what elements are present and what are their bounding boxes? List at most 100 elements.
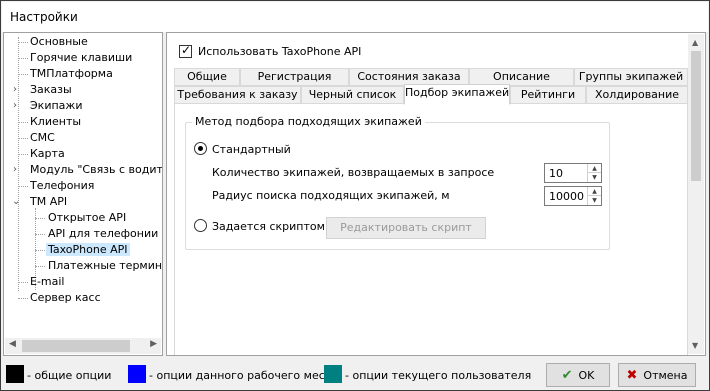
tab-crew-selection[interactable]: Подбор экипажей xyxy=(404,84,510,105)
tab-ratings[interactable]: Рейтинги xyxy=(510,86,586,104)
chevron-down-icon[interactable]: ⌄ xyxy=(12,197,20,207)
edit-script-button[interactable]: Редактировать скрипт xyxy=(326,217,486,239)
tree-item-label: TaxoPhone API xyxy=(46,243,130,256)
tree-item-label: Карта xyxy=(30,147,65,160)
tree-item-clients[interactable]: Клиенты xyxy=(8,114,83,130)
ok-button[interactable]: ✔ OK xyxy=(546,363,610,387)
button-label: OK xyxy=(578,368,595,382)
tab-order-requirements[interactable]: Требования к заказу xyxy=(174,86,301,104)
tab-registration[interactable]: Регистрация xyxy=(240,68,349,86)
tree-item-label: Основные xyxy=(30,35,88,48)
tab-label: Регистрация xyxy=(257,70,332,83)
tab-label: Требования к заказу xyxy=(177,88,298,101)
tab-label: Описание xyxy=(493,70,550,83)
tab-label: Рейтинги xyxy=(520,88,576,101)
checkbox-label: Использовать TaxoPhone API xyxy=(198,45,362,58)
selection-method-group: Метод подбора подходящих экипажей Станда… xyxy=(185,115,610,250)
spin-down-icon[interactable]: ▼ xyxy=(588,173,601,182)
spin-up-icon[interactable]: ▲ xyxy=(588,164,601,173)
tree-item-taxophone-api[interactable]: TaxoPhone API xyxy=(24,242,130,258)
tab-content: Метод подбора подходящих экипажей Станда… xyxy=(174,103,688,355)
tree-item-label: Экипажи xyxy=(30,99,83,112)
tree-item-payment-terminals[interactable]: Платежные терминалы xyxy=(24,258,162,274)
use-taxophone-api-checkbox[interactable]: ✓ Использовать TaxoPhone API xyxy=(179,43,362,58)
tree-item-tmplatform[interactable]: ТМПлатформа xyxy=(8,66,115,82)
script-radio-label[interactable]: Задается скриптом xyxy=(212,220,325,233)
close-icon: ✖ xyxy=(626,367,638,383)
standard-radio[interactable] xyxy=(194,142,207,155)
scroll-left-icon[interactable]: ◀ xyxy=(9,339,16,349)
search-radius-stepper[interactable]: 10000 ▲ ▼ xyxy=(544,186,602,206)
tab-label: Общие xyxy=(187,70,227,83)
scroll-thumb[interactable] xyxy=(22,340,130,352)
tree-item-label: Заказы xyxy=(30,83,72,96)
tree-item-map[interactable]: Карта xyxy=(8,146,67,162)
tab-crew-groups[interactable]: Группы экипажей xyxy=(574,68,688,86)
spin-down-icon[interactable]: ▼ xyxy=(588,196,601,205)
tree-item-label: Модуль "Связь с водителя xyxy=(30,163,163,176)
chevron-right-icon[interactable]: › xyxy=(13,85,19,95)
tree-item-telephony[interactable]: Телефония xyxy=(8,178,96,194)
tree-item-driver-module[interactable]: › Модуль "Связь с водителя xyxy=(8,162,163,178)
tree-item-orders[interactable]: › Заказы xyxy=(8,82,74,98)
tree-item-label: Горячие клавиши xyxy=(30,51,133,64)
tree-item-sms[interactable]: СМС xyxy=(8,130,57,146)
crew-count-label: Количество экипажей, возвращаемых в запр… xyxy=(212,166,495,179)
scroll-down-icon[interactable]: ▼ xyxy=(692,341,698,350)
tab-label: Холдирование xyxy=(594,88,680,101)
group-title: Метод подбора подходящих экипажей xyxy=(192,115,425,128)
tab-label: Черный список xyxy=(308,88,397,101)
tree-item-telephony-api[interactable]: API для телефонии xyxy=(24,226,160,242)
tree-item-label: Телефония xyxy=(30,179,95,192)
checkbox[interactable]: ✓ xyxy=(179,43,192,58)
scroll-up-icon[interactable]: ▲ xyxy=(692,38,698,47)
scroll-right-icon[interactable]: ▶ xyxy=(150,339,157,349)
spin-up-icon[interactable]: ▲ xyxy=(588,187,601,196)
search-radius-value[interactable]: 10000 xyxy=(549,190,584,203)
tab-blacklist[interactable]: Черный список xyxy=(301,86,404,104)
crew-count-stepper[interactable]: 10 ▲ ▼ xyxy=(544,163,602,183)
standard-radio-label[interactable]: Стандартный xyxy=(212,143,291,156)
legend-user-label: - опции текущего пользователя xyxy=(345,369,532,382)
tree-horizontal-scrollbar[interactable]: ◀ ▶ xyxy=(5,338,161,354)
tab-general[interactable]: Общие xyxy=(174,68,240,86)
tab-label: Состояния заказа xyxy=(357,70,461,83)
tree-item-label: E-mail xyxy=(30,275,65,288)
chevron-right-icon[interactable]: › xyxy=(13,101,19,111)
tree-item-hotkeys[interactable]: Горячие клавиши xyxy=(8,50,134,66)
settings-tree[interactable]: Основные Горячие клавиши ТМПлатформа › З… xyxy=(3,32,163,356)
radio-selected-dot xyxy=(198,146,203,151)
legend-swatch-general xyxy=(6,365,24,383)
settings-pane: ✓ Использовать TaxoPhone API Общие Регис… xyxy=(166,32,706,356)
tree-item-cash-server[interactable]: Сервер касс xyxy=(8,290,103,306)
title-bar: Настройки xyxy=(2,2,708,32)
tree-item-email[interactable]: E-mail xyxy=(8,274,67,290)
chevron-right-icon[interactable]: › xyxy=(13,165,19,175)
tab-label: Группы экипажей xyxy=(578,70,684,83)
tree-item-open-api[interactable]: Открытое API xyxy=(24,210,128,226)
cancel-button[interactable]: ✖ Отмена xyxy=(618,363,696,387)
tree-item-label: ТМПлатформа xyxy=(30,67,113,80)
legend-swatch-workstation xyxy=(128,365,146,383)
tree-item-label: API для телефонии xyxy=(48,227,159,240)
button-label: Редактировать скрипт xyxy=(340,221,472,234)
legend-swatch-user xyxy=(324,365,342,383)
tree-item-label: Открытое API xyxy=(48,211,127,224)
tab-holding[interactable]: Холдирование xyxy=(586,86,688,104)
scroll-thumb[interactable] xyxy=(691,51,701,181)
tree-item-tm-api[interactable]: ⌄ TM API xyxy=(8,194,69,210)
button-label: Отмена xyxy=(643,368,688,382)
tree-item-label: TM API xyxy=(30,195,68,208)
crew-count-value[interactable]: 10 xyxy=(549,167,563,180)
tree-item-crews[interactable]: › Экипажи xyxy=(8,98,84,114)
tree-item-general[interactable]: Основные xyxy=(8,34,90,50)
tree-item-label: СМС xyxy=(30,131,55,144)
checkmark-icon: ✔ xyxy=(561,367,573,383)
script-radio[interactable] xyxy=(194,219,207,232)
tree-item-label: Клиенты xyxy=(30,115,82,128)
tree-item-label: Сервер касс xyxy=(30,291,101,304)
legend-workstation-label: - опции данного рабочего места xyxy=(149,369,338,382)
pane-vertical-scrollbar[interactable]: ▲ ▼ xyxy=(688,34,704,354)
settings-window: Настройки Основные Горячие клавиши ТМПла… xyxy=(0,0,710,391)
check-icon: ✓ xyxy=(181,43,192,57)
